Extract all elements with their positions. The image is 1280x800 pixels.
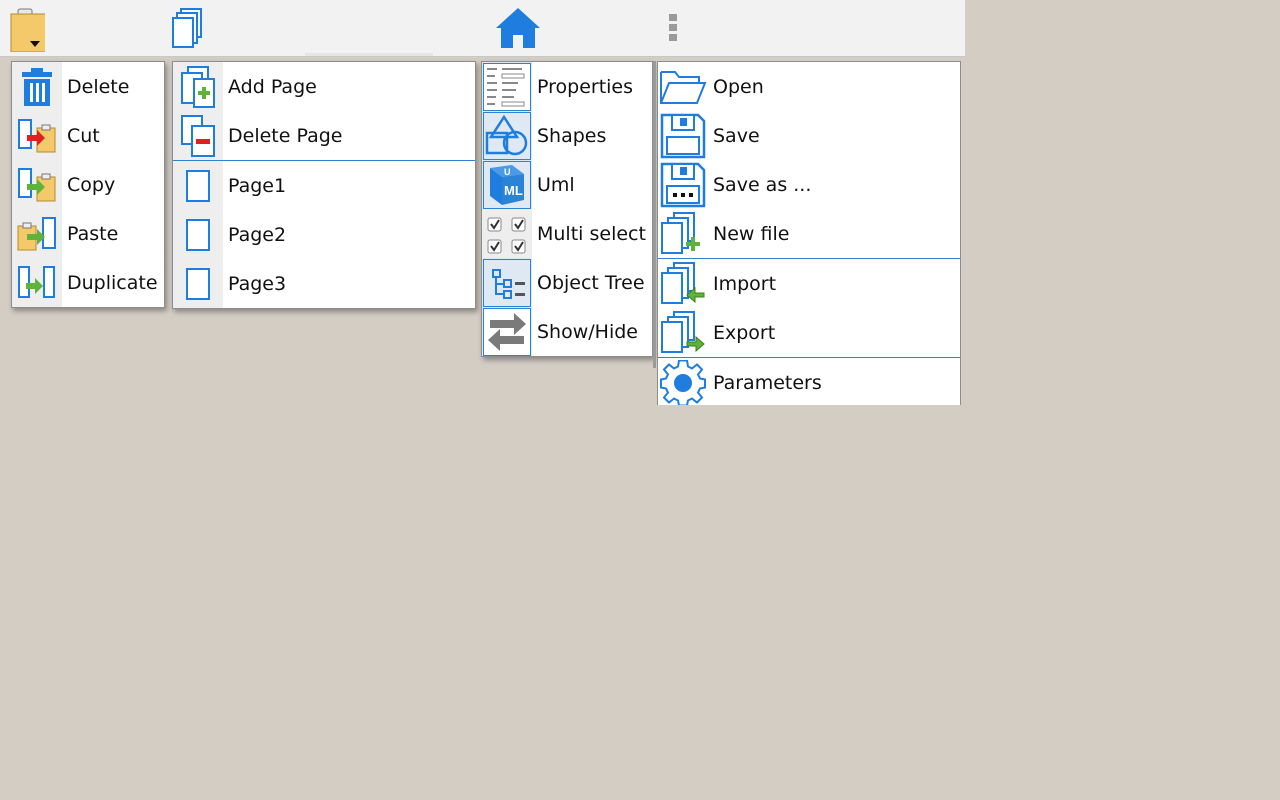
clipboard-dropdown-icon <box>10 8 45 52</box>
menu-item-cut[interactable]: Cut <box>12 111 164 160</box>
show-hide-icon <box>483 307 531 356</box>
menu-item-label: Save <box>713 124 760 147</box>
pages-button[interactable] <box>160 0 215 56</box>
paste-icon <box>17 216 56 250</box>
page-icon <box>186 169 210 202</box>
menu-item-label: Save as ... <box>713 173 812 196</box>
menu-item-copy[interactable]: Copy <box>12 160 164 209</box>
menu-item-properties[interactable]: Properties <box>482 62 652 111</box>
menu-item-label: New file <box>713 222 790 245</box>
object-tree-icon <box>483 258 531 307</box>
uml-icon: ML U <box>483 160 531 209</box>
menu-item-delete[interactable]: Delete <box>12 62 164 111</box>
menu-item-parameters[interactable]: Parameters <box>658 358 960 405</box>
page-icon <box>186 218 210 251</box>
menu-item-label: Import <box>713 272 777 295</box>
shapes-icon <box>483 111 531 160</box>
action-bar <box>0 0 965 57</box>
menu-item-new-file[interactable]: New file <box>658 209 960 258</box>
menu-item-label: Page1 <box>228 174 287 197</box>
pages-menu: Add Page Delete Page Page1 Page2 Page3 <box>172 61 476 309</box>
menu-item-label: Parameters <box>713 371 822 394</box>
menu-item-label: Export <box>713 321 776 344</box>
home-button[interactable] <box>490 0 546 56</box>
delete-page-icon <box>181 114 215 157</box>
gear-icon <box>660 359 706 405</box>
add-page-icon <box>181 65 215 108</box>
view-menu-scrollbar[interactable] <box>653 61 656 368</box>
menu-item-multi-select[interactable]: Multi select <box>482 209 652 258</box>
menu-item-paste[interactable]: Paste <box>12 209 164 258</box>
new-file-icon <box>661 211 700 254</box>
svg-text:U: U <box>504 167 511 177</box>
menu-item-label: Page2 <box>228 223 287 246</box>
clipboard-dropdown-button[interactable] <box>0 0 50 56</box>
menu-item-delete-page[interactable]: Delete Page <box>173 111 475 160</box>
menu-item-label: Page3 <box>228 272 287 295</box>
overflow-menu-button[interactable] <box>655 0 691 56</box>
folder-open-icon <box>660 70 707 104</box>
view-menu: Properties Shapes ML U Uml Multi select … <box>481 61 653 357</box>
menu-item-show-hide[interactable]: Show/Hide <box>482 307 652 356</box>
menu-item-shapes[interactable]: Shapes <box>482 111 652 160</box>
export-icon <box>661 310 705 353</box>
home-icon <box>496 8 540 48</box>
menu-item-label: Shapes <box>537 124 607 147</box>
menu-item-page3[interactable]: Page3 <box>173 259 475 308</box>
menu-item-save[interactable]: Save <box>658 111 960 160</box>
overflow-menu-icon <box>669 14 677 41</box>
save-icon <box>660 113 706 158</box>
multi-select-icon <box>487 217 526 253</box>
menu-item-open[interactable]: Open <box>658 62 960 111</box>
menu-item-label: Cut <box>67 124 100 147</box>
save-as-icon <box>660 162 706 207</box>
cut-icon <box>18 118 56 152</box>
edit-menu: Delete Cut Copy Paste Duplicate <box>11 61 165 308</box>
page-icon <box>186 267 210 300</box>
menu-item-label: Multi select <box>537 222 646 245</box>
svg-text:ML: ML <box>504 183 523 198</box>
menu-item-label: Copy <box>67 173 116 196</box>
file-menu: Open Save Save as ... New file Import Ex… <box>657 61 961 405</box>
menu-item-label: Delete <box>67 75 130 98</box>
menu-item-label: Duplicate <box>67 271 158 294</box>
menu-item-save-as[interactable]: Save as ... <box>658 160 960 209</box>
menu-item-object-tree[interactable]: Object Tree <box>482 258 652 307</box>
copy-icon <box>18 167 56 201</box>
menu-item-label: Delete Page <box>228 124 343 147</box>
menu-item-uml[interactable]: ML U Uml <box>482 160 652 209</box>
menu-item-page1[interactable]: Page1 <box>173 161 475 210</box>
menu-item-export[interactable]: Export <box>658 308 960 357</box>
menu-item-label: Add Page <box>228 75 317 98</box>
menu-item-label: Properties <box>537 75 634 98</box>
menu-item-duplicate[interactable]: Duplicate <box>12 258 164 307</box>
duplicate-icon <box>18 265 55 298</box>
menu-item-label: Open <box>713 75 764 98</box>
menu-item-label: Object Tree <box>537 271 645 294</box>
import-icon <box>661 261 705 304</box>
tab-indicator <box>305 53 433 56</box>
pages-icon <box>171 8 202 48</box>
menu-item-import[interactable]: Import <box>658 259 960 308</box>
menu-item-label: Show/Hide <box>537 320 638 343</box>
menu-item-label: Paste <box>67 222 119 245</box>
trash-icon <box>22 67 52 106</box>
menu-item-label: Uml <box>537 173 575 196</box>
properties-icon <box>483 62 531 111</box>
menu-item-page2[interactable]: Page2 <box>173 210 475 259</box>
menu-item-add-page[interactable]: Add Page <box>173 62 475 111</box>
